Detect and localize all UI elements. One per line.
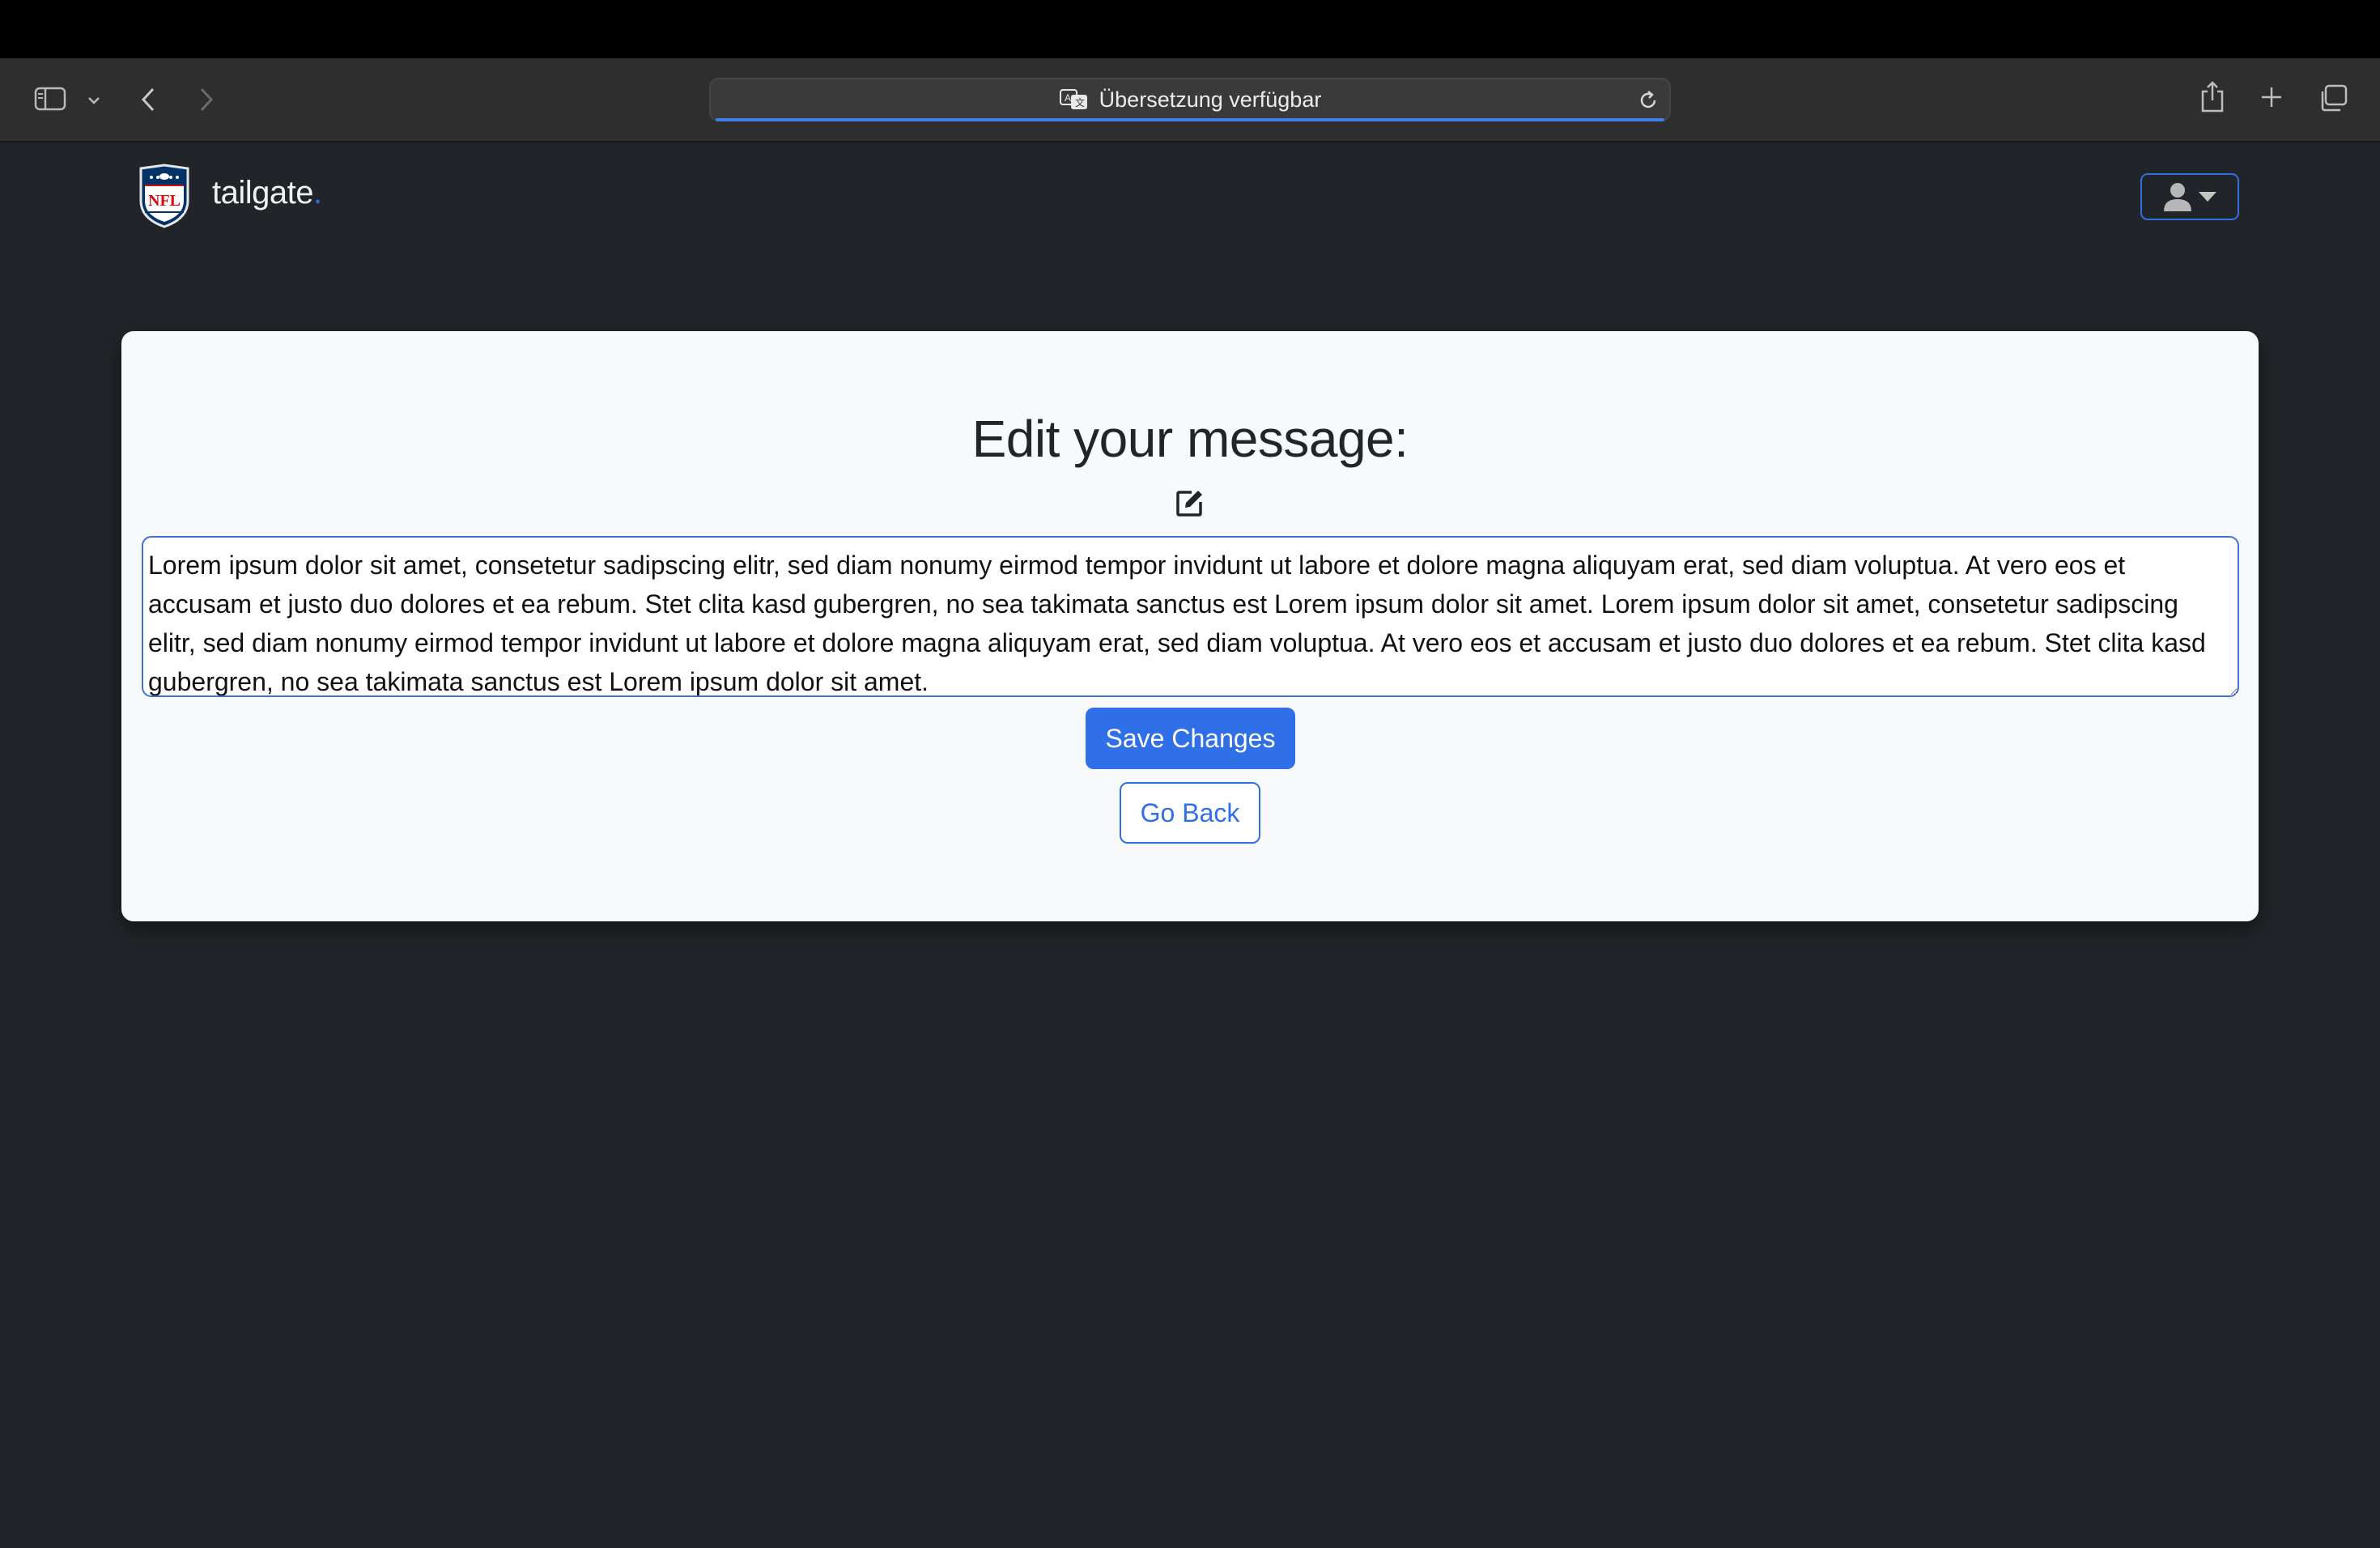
brand-text: tailgate — [212, 175, 313, 211]
reload-icon[interactable] — [1637, 89, 1660, 116]
back-icon[interactable] — [136, 84, 160, 115]
page-title: Edit your message: — [971, 410, 1409, 468]
sidebar-icon[interactable] — [32, 84, 68, 113]
chevron-down-icon[interactable] — [84, 91, 104, 110]
svg-text:A: A — [1065, 92, 1071, 104]
browser-toolbar: A文 Übersetzung verfügbar — [0, 58, 2380, 142]
brand-dot: . — [312, 175, 322, 211]
edit-message-card: Edit your message: Lorem ipsum dolor sit… — [121, 331, 2259, 921]
new-tab-icon[interactable] — [2257, 83, 2286, 112]
address-text: Übersetzung verfügbar — [1099, 87, 1322, 112]
window-top-bar — [0, 0, 2380, 58]
user-icon — [2161, 181, 2194, 213]
edit-icon — [1175, 488, 1205, 521]
address-bar[interactable]: A文 Übersetzung verfügbar — [709, 78, 1671, 121]
message-textarea[interactable]: Lorem ipsum dolor sit amet, consetetur s… — [142, 536, 2239, 697]
share-icon[interactable] — [2197, 79, 2228, 115]
loading-underline — [716, 118, 1664, 121]
site-navbar: NFL tailgate. — [0, 142, 2380, 248]
save-changes-button[interactable]: Save Changes — [1086, 708, 1295, 769]
caret-down-icon — [2197, 190, 2218, 203]
nfl-shield-icon[interactable]: NFL — [138, 164, 191, 232]
tab-overview-icon[interactable] — [2317, 83, 2349, 113]
svg-text:NFL: NFL — [148, 192, 181, 210]
go-back-button[interactable]: Go Back — [1120, 782, 1260, 844]
translate-icon[interactable]: A文 — [1059, 87, 1090, 112]
forward-icon[interactable] — [194, 84, 219, 115]
user-menu-button[interactable] — [2140, 173, 2239, 220]
svg-text:文: 文 — [1075, 96, 1085, 108]
brand-name[interactable]: tailgate. — [212, 175, 322, 211]
